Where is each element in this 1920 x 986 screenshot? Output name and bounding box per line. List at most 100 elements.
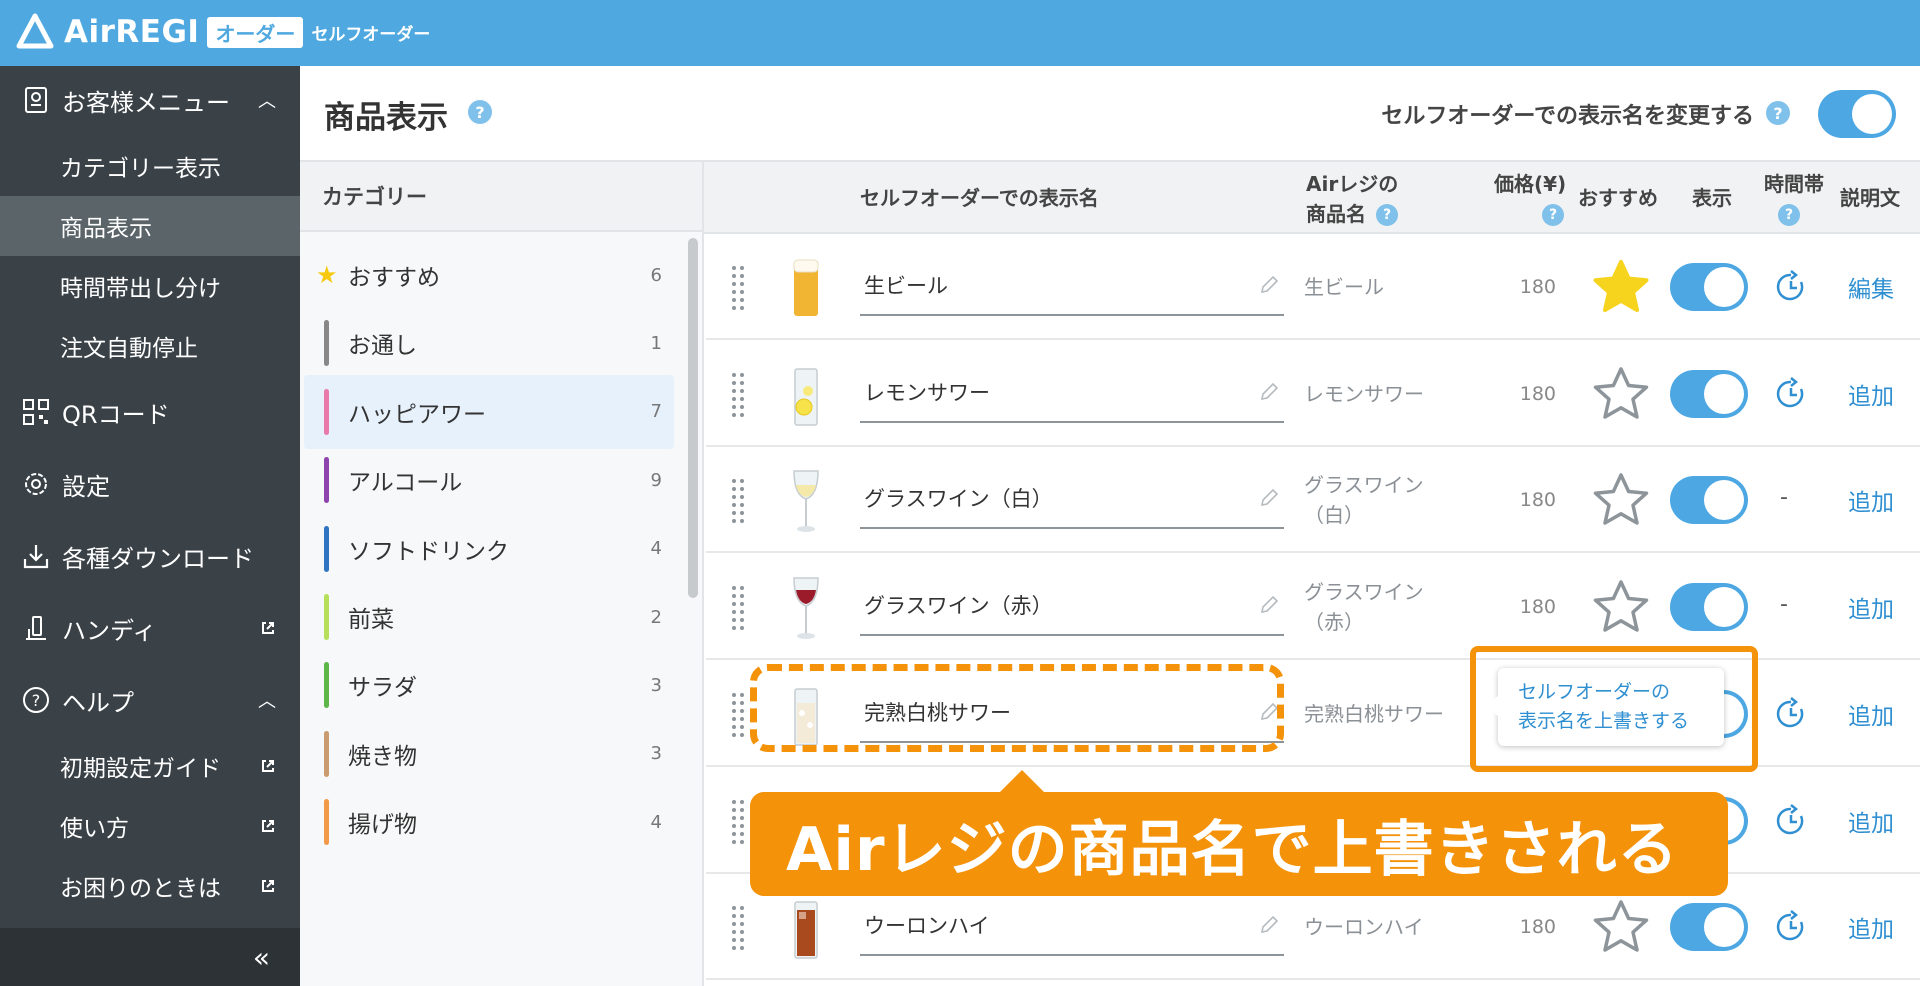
override-tooltip: セルフオーダーの 表示名を上書きする (1486, 668, 1724, 746)
category-item[interactable]: ソフトドリンク 4 (304, 512, 674, 586)
sidebar-sub-how-to[interactable]: 使い方 (0, 796, 300, 856)
brand-subtitle: セルフオーダー (311, 24, 431, 45)
category-item[interactable]: 前菜 2 (304, 580, 674, 654)
price-value: 180 (1519, 489, 1556, 512)
sidebar-item-settings[interactable]: 設定 (0, 454, 300, 514)
description-link[interactable]: 編集 (1848, 234, 1908, 340)
sidebar-sub-category-display[interactable]: カテゴリー表示 (0, 136, 300, 196)
sidebar-item-qr[interactable]: QRコード (0, 382, 300, 442)
pencil-icon (1258, 594, 1280, 616)
display-name-field[interactable]: グラスワイン（白） (860, 469, 1284, 530)
gear-icon (20, 468, 52, 500)
drag-handle-icon[interactable] (730, 584, 746, 632)
display-name-text: グラスワイン（赤） (864, 594, 1053, 619)
rename-toggle-label: セルフオーダーでの表示名を変更する (1381, 104, 1754, 129)
tooltip-line-1: セルフオーダーの (1518, 681, 1671, 703)
category-color-bar (324, 320, 329, 367)
help-icon[interactable]: ? (1778, 204, 1800, 226)
description-link[interactable]: 追加 (1848, 661, 1908, 767)
visible-toggle-switch[interactable] (1670, 263, 1748, 311)
sidebar-item-customer-menu[interactable]: お客様メニュー ︿ (0, 70, 300, 130)
visible-toggle-switch[interactable] (1670, 903, 1748, 952)
clock-history-icon[interactable] (1774, 696, 1808, 731)
display-name-field[interactable]: ウーロンハイ (860, 896, 1284, 957)
star-outline-icon[interactable] (1590, 578, 1652, 636)
drag-handle-icon[interactable] (730, 798, 746, 846)
help-icon[interactable]: ? (1766, 101, 1790, 125)
description-link[interactable]: 追加 (1848, 341, 1908, 447)
table-row: グラスワイン（白） グラスワイン（白） 180 - 追加 (706, 447, 1920, 554)
star-filled-icon[interactable] (1590, 258, 1652, 316)
visible-toggle-switch[interactable] (1670, 369, 1748, 418)
display-name-field[interactable]: レモンサワー (860, 363, 1284, 423)
description-link[interactable]: 追加 (1848, 554, 1908, 660)
category-count: 3 (650, 743, 662, 765)
toggle-knob (1852, 94, 1892, 134)
star-outline-icon[interactable] (1590, 365, 1652, 423)
clock-history-icon[interactable] (1774, 803, 1808, 838)
clock-history-icon[interactable] (1774, 270, 1808, 304)
sidebar-item-help[interactable]: ? ヘルプ ︿ (0, 670, 300, 730)
category-count: 1 (650, 332, 662, 354)
category-count: 4 (650, 538, 662, 560)
sidebar-sub-label: 注文自動停止 (60, 336, 198, 362)
sidebar-sub-label: 使い方 (60, 816, 129, 842)
download-icon (20, 540, 52, 572)
rename-toggle-switch[interactable] (1818, 90, 1896, 138)
clock-history-icon[interactable] (1774, 910, 1808, 944)
sidebar-sub-setup-guide[interactable]: 初期設定ガイド (0, 736, 300, 796)
category-color-bar (324, 457, 329, 504)
category-item[interactable]: サラダ 3 (304, 648, 674, 722)
visible-toggle-switch[interactable] (1670, 476, 1748, 525)
sidebar: お客様メニュー ︿ カテゴリー表示 商品表示 時間帯出し分け 注文自動停止 QR… (0, 66, 300, 986)
toggle-knob (1704, 587, 1744, 628)
category-item[interactable]: アルコール 9 (304, 443, 674, 517)
sidebar-collapse-button[interactable]: « (0, 928, 300, 986)
category-item[interactable]: ★ おすすめ 6 (304, 238, 674, 312)
sidebar-item-handy[interactable]: ハンディ (0, 598, 300, 658)
description-link[interactable]: 追加 (1848, 447, 1908, 553)
air-product-name: グラスワイン（赤） (1304, 580, 1424, 635)
sidebar-item-downloads[interactable]: 各種ダウンロード (0, 526, 300, 586)
category-item[interactable]: お通し 1 (304, 306, 674, 380)
app-logo[interactable]: AirREGI オーダー セルフオーダー (16, 12, 430, 52)
help-icon[interactable]: ? (1542, 204, 1564, 226)
sidebar-sub-troubleshoot[interactable]: お困りのときは (0, 856, 300, 916)
description-link[interactable]: 追加 (1848, 768, 1908, 874)
col-air-name-line1: Airレジの (1306, 172, 1399, 196)
time-slot-none: - (1780, 592, 1788, 618)
drag-handle-icon[interactable] (730, 371, 746, 419)
category-count: 3 (650, 674, 662, 696)
visible-toggle-switch[interactable] (1670, 583, 1748, 632)
sidebar-sub-time-slot[interactable]: 時間帯出し分け (0, 256, 300, 316)
drag-handle-icon[interactable] (730, 691, 746, 739)
brand-name: AirREGI (64, 14, 200, 50)
drag-handle-icon[interactable] (730, 264, 746, 312)
category-item[interactable]: 焼き物 3 (304, 717, 674, 791)
clock-history-icon[interactable] (1774, 376, 1808, 411)
help-icon[interactable]: ? (468, 100, 492, 124)
category-count: 2 (650, 606, 662, 628)
help-icon[interactable]: ? (1376, 204, 1398, 226)
double-chevron-left-icon: « (252, 940, 270, 974)
description-link[interactable]: 追加 (1848, 874, 1908, 980)
star-outline-icon[interactable] (1590, 471, 1652, 529)
drag-handle-icon[interactable] (730, 904, 746, 952)
col-price: 価格(¥) (1494, 172, 1567, 196)
sidebar-sub-auto-stop[interactable]: 注文自動停止 (0, 316, 300, 376)
category-color-bar (324, 388, 329, 435)
display-name-field[interactable]: グラスワイン（赤） (860, 576, 1284, 637)
toggle-knob (1704, 373, 1744, 414)
menu-book-icon (20, 84, 52, 116)
category-item[interactable]: ハッピアワー 7 (304, 374, 674, 449)
category-panel: カテゴリー ★ おすすめ 6 お通し 1 ハッピアワー 7 アルコール 9 ソフトドリンク 4 前菜 2… (300, 162, 704, 986)
category-item[interactable]: 揚げ物 4 (304, 785, 674, 859)
display-name-field[interactable]: 生ビール (860, 256, 1284, 316)
category-color-bar (324, 730, 329, 777)
category-label: ソフトドリンク (348, 538, 509, 565)
sidebar-sub-product-display[interactable]: 商品表示 (0, 196, 300, 256)
display-name-text: 生ビール (864, 274, 948, 298)
category-scrollbar[interactable] (688, 238, 698, 598)
drag-handle-icon[interactable] (730, 477, 746, 525)
star-outline-icon[interactable] (1590, 898, 1652, 956)
